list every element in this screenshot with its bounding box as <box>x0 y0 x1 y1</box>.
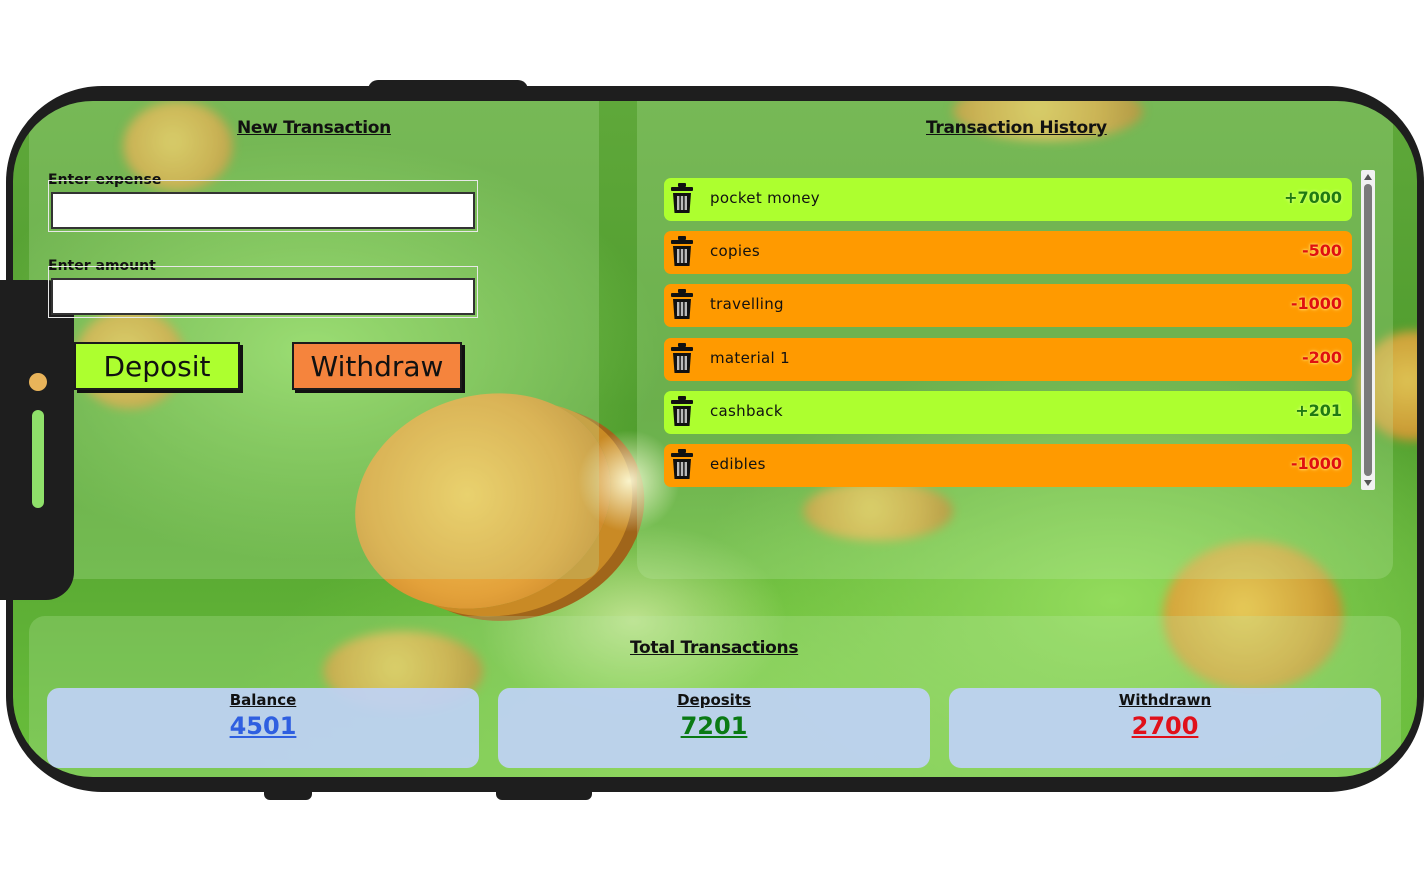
trash-icon[interactable] <box>670 182 694 214</box>
deposits-card: Deposits 7201 <box>498 688 930 768</box>
new-transaction-title: New Transaction <box>237 118 391 138</box>
scroll-up-arrow-icon[interactable] <box>1364 174 1372 180</box>
transaction-amount: +201 <box>1295 400 1342 420</box>
phone-notch <box>368 80 528 100</box>
withdrawn-label: Withdrawn <box>1118 691 1212 709</box>
transaction-row: material 1 -200 <box>664 337 1352 381</box>
side-pill-icon <box>32 410 44 508</box>
transaction-name: material 1 <box>710 348 790 367</box>
scroll-down-arrow-icon[interactable] <box>1364 480 1372 486</box>
deposit-button[interactable]: Deposit <box>74 342 240 390</box>
withdraw-button[interactable]: Withdraw <box>292 342 462 390</box>
balance-label: Balance <box>229 691 297 709</box>
amount-input[interactable] <box>51 278 475 315</box>
transaction-name: pocket money <box>710 189 820 207</box>
expense-field-wrapper <box>48 180 478 232</box>
transaction-name: copies <box>710 242 760 261</box>
trash-icon[interactable] <box>670 395 694 427</box>
transaction-name: edibles <box>710 455 766 473</box>
transaction-row: edibles -1000 <box>664 444 1352 487</box>
withdrawn-card: Withdrawn 2700 <box>949 688 1381 768</box>
expense-input[interactable] <box>51 192 475 229</box>
side-dot-icon <box>29 373 47 391</box>
trash-icon[interactable] <box>670 235 694 267</box>
balance-value: 4501 <box>229 712 297 740</box>
transaction-row: cashback +201 <box>664 390 1352 434</box>
transaction-name: cashback <box>710 401 783 420</box>
phone-bottom-tab-2 <box>496 786 592 800</box>
transaction-row: travelling -1000 <box>664 284 1352 328</box>
trash-icon[interactable] <box>670 288 694 320</box>
trash-icon[interactable] <box>670 342 694 374</box>
transaction-name: travelling <box>710 295 784 314</box>
deposits-label: Deposits <box>677 691 751 709</box>
total-transactions-title: Total Transactions <box>630 638 799 658</box>
balance-card: Balance 4501 <box>47 688 479 768</box>
withdrawn-value: 2700 <box>1131 712 1199 740</box>
transaction-amount: +7000 <box>1284 188 1342 207</box>
transaction-row: copies -500 <box>664 231 1352 275</box>
scroll-thumb[interactable] <box>1364 184 1372 476</box>
transaction-amount: -1000 <box>1290 294 1342 314</box>
deposits-value: 7201 <box>680 712 748 740</box>
transaction-amount: -200 <box>1301 347 1342 367</box>
transaction-history-title: Transaction History <box>926 118 1107 138</box>
history-scrollbar[interactable] <box>1361 170 1375 490</box>
transaction-row: pocket money +7000 <box>664 178 1352 221</box>
transaction-amount: -500 <box>1301 241 1342 261</box>
transaction-amount: -1000 <box>1290 454 1342 473</box>
phone-bottom-tab-1 <box>264 786 312 800</box>
trash-icon[interactable] <box>670 448 694 480</box>
amount-field-wrapper <box>48 266 478 318</box>
